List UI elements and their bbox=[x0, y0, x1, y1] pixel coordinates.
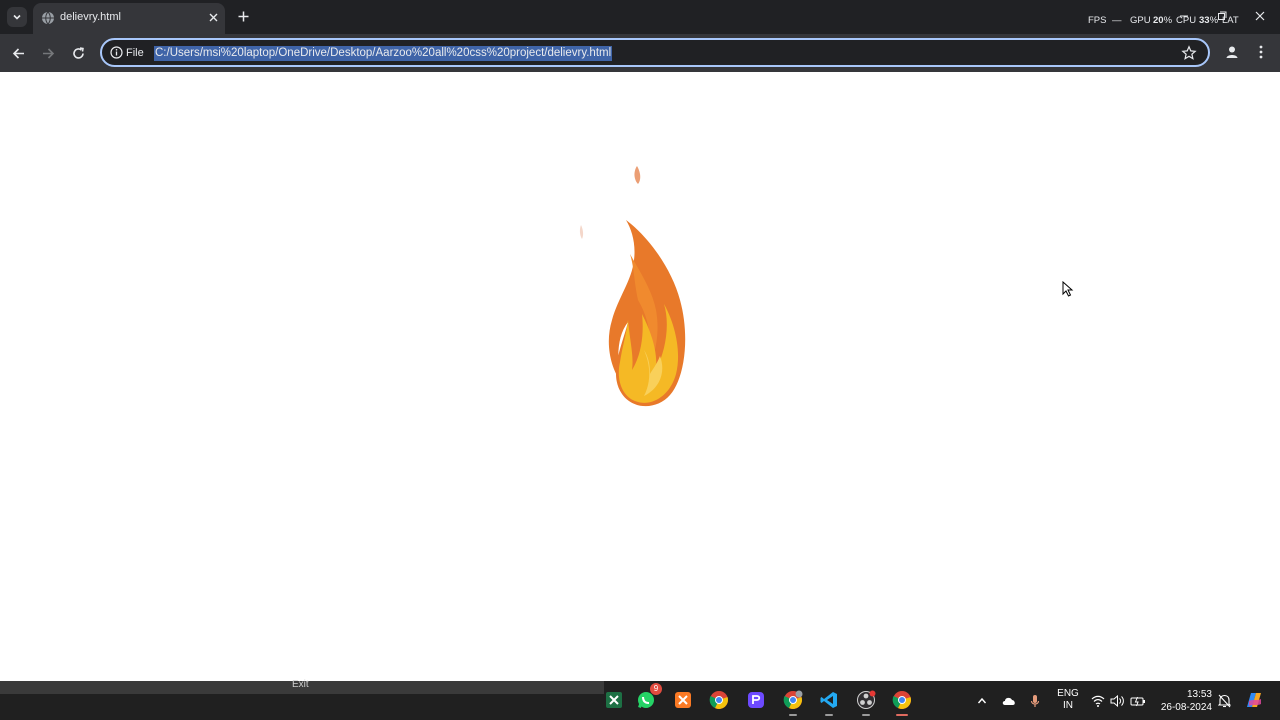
arrow-right-icon bbox=[42, 47, 54, 59]
tab-delievry[interactable]: delievry.html bbox=[33, 3, 225, 34]
page-content bbox=[0, 72, 1280, 681]
tray-onedrive[interactable] bbox=[1001, 693, 1017, 709]
tab-title: delievry.html bbox=[60, 11, 121, 23]
perf-cpu-value: 33 bbox=[1199, 15, 1210, 26]
microphone-icon bbox=[1030, 695, 1040, 707]
flame-illustration bbox=[579, 166, 686, 407]
tray-overflow-button[interactable] bbox=[974, 693, 990, 709]
clock-date: 26-08-2024 bbox=[1160, 702, 1212, 713]
url-text[interactable]: C:/Users/msi%20laptop/OneDrive/Desktop/A… bbox=[154, 46, 613, 61]
taskbar-app-proton[interactable] bbox=[745, 689, 767, 711]
close-icon bbox=[209, 13, 217, 21]
taskbar-app-excel[interactable] bbox=[603, 689, 625, 711]
obs-icon bbox=[857, 690, 876, 709]
battery-icon bbox=[1130, 696, 1145, 707]
running-indicator bbox=[862, 714, 870, 716]
flame-spark bbox=[579, 225, 584, 239]
taskbar-app-xampp[interactable] bbox=[672, 689, 694, 711]
region-code: IN bbox=[1063, 700, 1073, 711]
speaker-icon bbox=[1110, 695, 1124, 707]
file-scheme-chip[interactable]: File bbox=[126, 47, 144, 59]
profile-button[interactable] bbox=[1223, 43, 1241, 61]
chrome-active-icon bbox=[892, 691, 911, 709]
xampp-icon bbox=[675, 692, 691, 708]
perf-gpu-value: 20 bbox=[1153, 15, 1164, 26]
taskbar-clock[interactable]: 13:53 26-08-2024 bbox=[1154, 688, 1212, 714]
active-indicator bbox=[896, 714, 908, 716]
tab-search-button[interactable] bbox=[7, 7, 27, 27]
chrome-icon bbox=[709, 691, 728, 709]
taskbar-app-whatsapp[interactable]: 9 bbox=[635, 683, 662, 711]
input-language-indicator[interactable]: ENG IN bbox=[1054, 688, 1082, 712]
chevron-down-icon bbox=[13, 14, 21, 20]
plus-icon bbox=[238, 11, 248, 21]
browser-toolbar: File C:/Users/msi%20laptop/OneDrive/Desk… bbox=[0, 34, 1280, 72]
taskbar-app-chrome[interactable] bbox=[708, 689, 730, 711]
chrome-profile-icon bbox=[783, 690, 803, 709]
notification-bell-icon bbox=[1217, 694, 1231, 708]
reload-button[interactable] bbox=[67, 42, 89, 64]
back-button[interactable] bbox=[7, 42, 29, 64]
restore-icon bbox=[1218, 11, 1227, 20]
tray-notifications[interactable] bbox=[1216, 693, 1232, 709]
perf-fps-label: FPS bbox=[1088, 15, 1107, 26]
close-window-icon bbox=[1255, 11, 1265, 21]
tray-wifi[interactable] bbox=[1090, 693, 1106, 709]
tray-microphone[interactable] bbox=[1027, 693, 1043, 709]
cloud-icon bbox=[1002, 697, 1015, 705]
browser-tabstrip: delievry.html FPS — GPU 20% CPU 33% LAT bbox=[0, 0, 1280, 34]
tray-volume[interactable] bbox=[1109, 693, 1125, 709]
minimize-button[interactable] bbox=[1176, 8, 1192, 24]
running-indicator bbox=[825, 714, 833, 716]
perf-gpu-unit: % bbox=[1163, 15, 1173, 26]
reload-icon bbox=[72, 46, 84, 59]
browser-menu-button[interactable] bbox=[1254, 43, 1268, 61]
new-tab-button[interactable] bbox=[234, 7, 252, 25]
tab-close-button[interactable] bbox=[205, 9, 221, 25]
info-icon[interactable] bbox=[110, 46, 123, 59]
minimize-icon bbox=[1180, 15, 1188, 17]
restore-button[interactable] bbox=[1214, 8, 1230, 24]
more-vertical-icon bbox=[1259, 45, 1263, 59]
proton-icon bbox=[748, 692, 764, 708]
copilot-icon bbox=[1247, 693, 1261, 707]
flame-spark bbox=[634, 166, 641, 184]
bookmark-star-icon[interactable] bbox=[1181, 45, 1197, 61]
chevron-up-icon bbox=[977, 697, 987, 704]
windows-taskbar: Exit 9 ENG IN 13:53 26-08-2024 bbox=[0, 679, 1280, 720]
exit-button[interactable]: Exit bbox=[292, 679, 309, 690]
forward-button[interactable] bbox=[37, 42, 59, 64]
clock-time: 13:53 bbox=[1186, 689, 1212, 700]
running-indicator bbox=[789, 714, 797, 716]
perf-gpu-label: GPU bbox=[1130, 15, 1151, 26]
perf-fps-value: — bbox=[1112, 15, 1122, 26]
arrow-left-icon bbox=[12, 47, 24, 59]
tray-battery[interactable] bbox=[1130, 693, 1146, 709]
whatsapp-badge: 9 bbox=[650, 683, 662, 695]
screen-recorder-bar: Exit bbox=[0, 679, 604, 694]
taskbar-app-chrome-profile[interactable] bbox=[782, 689, 804, 716]
close-window-button[interactable] bbox=[1252, 8, 1268, 24]
vscode-icon bbox=[820, 692, 837, 708]
language-code: ENG bbox=[1057, 688, 1079, 699]
taskbar-copilot[interactable] bbox=[1243, 689, 1265, 711]
globe-icon bbox=[42, 11, 54, 25]
taskbar-app-vscode[interactable] bbox=[818, 689, 840, 716]
address-bar[interactable]: File C:/Users/msi%20laptop/OneDrive/Desk… bbox=[100, 38, 1210, 67]
wifi-icon bbox=[1091, 695, 1105, 707]
taskbar-app-chrome-active[interactable] bbox=[891, 689, 913, 716]
mouse-cursor-icon bbox=[1062, 281, 1074, 297]
person-icon bbox=[1226, 46, 1238, 58]
excel-icon bbox=[606, 692, 622, 708]
taskbar-app-obs[interactable] bbox=[855, 689, 877, 716]
